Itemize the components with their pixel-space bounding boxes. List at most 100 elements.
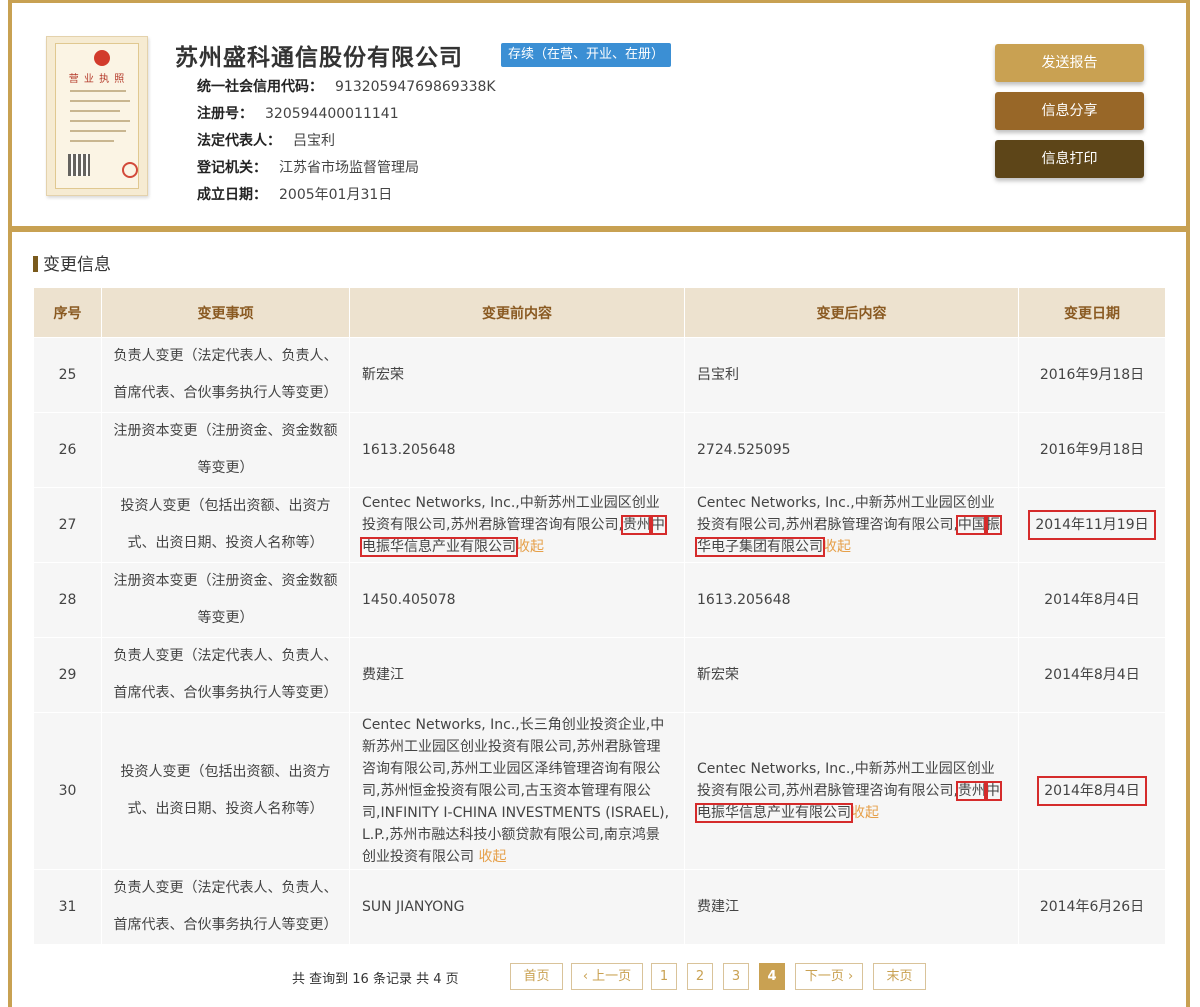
highlighted-text: 中国 [955,515,988,535]
print-button[interactable]: 信息打印 [995,140,1144,178]
license-line [70,140,114,142]
cell-after: 1613.205648 [684,562,1019,638]
cell-date: 2014年8月4日 [1018,562,1166,638]
license-line [70,90,126,92]
cell-item: 注册资本变更（注册资金、资金数额等变更） [101,562,350,638]
cell-before: SUN JIANYONG [349,869,685,945]
cell-before: Centec Networks, Inc.,长三角创业投资企业,中新苏州工业园区… [349,712,685,870]
license-line [70,100,130,102]
table-row: 30 投资人变更（包括出资额、出资方式、出资日期、投资人名称等） Centec … [33,712,1166,870]
pagination: 共 查询到 16 条记录 共 4 页 首页 ‹ 上一页 1 2 3 4 下一页 … [0,963,1200,991]
table-row: 25 负责人变更（法定代表人、负责人、首席代表、合伙事务执行人等变更） 靳宏荣 … [33,337,1166,413]
section-marker [33,256,38,272]
cell-before: 1613.205648 [349,412,685,488]
section-title: 变更信息 [33,255,111,275]
cell-item: 负责人变更（法定代表人、负责人、首席代表、合伙事务执行人等变更） [101,869,350,945]
qr-code-icon [68,154,90,176]
license-border: 营 业 执 照 [55,43,139,189]
share-button[interactable]: 信息分享 [995,92,1144,130]
after-text: Centec Networks, Inc.,中新苏州工业园区创业投资有限公司,苏… [697,495,995,533]
info-value: 320594400011141 [265,106,399,122]
prev-page-button[interactable]: ‹ 上一页 [571,963,643,990]
info-label: 注册号： [197,106,253,122]
cell-item: 投资人变更（包括出资额、出资方式、出资日期、投资人名称等） [101,487,350,563]
header-date: 变更日期 [1018,287,1166,338]
info-value: 江苏省市场监督管理局 [279,160,419,176]
collapse-link[interactable]: 收起 [851,805,879,821]
cell-after: 吕宝利 [684,337,1019,413]
cell-after: 费建江 [684,869,1019,945]
info-reg-number: 注册号： 320594400011141 [197,103,496,130]
change-table: 序号 变更事项 变更前内容 变更后内容 变更日期 25 负责人变更（法定代表人、… [33,287,1166,945]
cell-before: 1450.405078 [349,562,685,638]
before-text: Centec Networks, Inc.,中新苏州工业园区创业投资有限公司,苏… [362,495,660,533]
table-row: 28 注册资本变更（注册资金、资金数额等变更） 1450.405078 1613… [33,562,1166,638]
cell-seq: 30 [33,712,102,870]
company-info-list: 统一社会信用代码： 91320594769869338K 注册号： 32059440… [197,76,496,211]
cell-item: 负责人变更（法定代表人、负责人、首席代表、合伙事务执行人等变更） [101,637,350,713]
cell-date: 2016年9月18日 [1018,337,1166,413]
header-after: 变更后内容 [684,287,1019,338]
page-button-2[interactable]: 2 [687,963,713,990]
cell-seq: 25 [33,337,102,413]
cell-date: 2014年8月4日 [1018,712,1166,870]
send-report-button[interactable]: 发送报告 [995,44,1144,82]
highlighted-text: 贵州 [620,515,653,535]
license-title: 营 业 执 照 [68,74,126,85]
cell-after: 2724.525095 [684,412,1019,488]
info-value: 91320594769869338K [335,79,496,95]
official-seal-icon [122,162,138,178]
collapse-link[interactable]: 收起 [478,849,506,865]
cell-item: 注册资本变更（注册资金、资金数额等变更） [101,412,350,488]
info-value: 吕宝利 [293,133,335,149]
collapse-link[interactable]: 收起 [516,539,544,555]
cell-date: 2016年9月18日 [1018,412,1166,488]
info-label: 登记机关： [197,160,267,176]
cell-seq: 31 [33,869,102,945]
cell-seq: 27 [33,487,102,563]
page-button-1[interactable]: 1 [651,963,677,990]
cell-after: Centec Networks, Inc.,中新苏州工业园区创业投资有限公司,苏… [684,487,1019,563]
cell-date: 2014年8月4日 [1018,637,1166,713]
business-license-image: 营 业 执 照 [46,36,148,196]
cell-seq: 29 [33,637,102,713]
table-row: 26 注册资本变更（注册资金、资金数额等变更） 1613.205648 2724… [33,412,1166,488]
info-label: 统一社会信用代码： [197,79,323,95]
cell-item: 投资人变更（包括出资额、出资方式、出资日期、投资人名称等） [101,712,350,870]
cell-date: 2014年11月19日 [1018,487,1166,563]
next-page-button[interactable]: 下一页 › [795,963,863,990]
national-emblem-icon [94,50,110,66]
cell-item: 负责人变更（法定代表人、负责人、首席代表、合伙事务执行人等变更） [101,337,350,413]
header-before: 变更前内容 [349,287,685,338]
table-row: 27 投资人变更（包括出资额、出资方式、出资日期、投资人名称等） Centec … [33,487,1166,563]
collapse-link[interactable]: 收起 [823,539,851,555]
page-button-3[interactable]: 3 [723,963,749,990]
pagination-summary: 共 查询到 16 条记录 共 4 页 [292,972,459,987]
last-page-button[interactable]: 末页 [873,963,926,990]
status-badge: 存续（在营、开业、在册） [501,43,672,67]
license-line [70,130,126,132]
page-button-4[interactable]: 4 [759,963,785,990]
cell-seq: 28 [33,562,102,638]
before-text: Centec Networks, Inc.,长三角创业投资企业,中新苏州工业园区… [362,717,670,865]
info-founded: 成立日期： 2005年01月31日 [197,184,496,211]
cell-seq: 26 [33,412,102,488]
table-row: 29 负责人变更（法定代表人、负责人、首席代表、合伙事务执行人等变更） 费建江 … [33,637,1166,713]
cell-after: 靳宏荣 [684,637,1019,713]
info-authority: 登记机关： 江苏省市场监督管理局 [197,157,496,184]
table-header-row: 序号 变更事项 变更前内容 变更后内容 变更日期 [33,287,1166,338]
cell-before: 靳宏荣 [349,337,685,413]
table-row: 31 负责人变更（法定代表人、负责人、首席代表、合伙事务执行人等变更） SUN … [33,869,1166,945]
info-credit-code: 统一社会信用代码： 91320594769869338K [197,76,496,103]
license-line [70,110,120,112]
header-item: 变更事项 [101,287,350,338]
info-label: 成立日期： [197,187,267,203]
cell-before: 费建江 [349,637,685,713]
after-text: Centec Networks, Inc.,中新苏州工业园区创业投资有限公司,苏… [697,761,995,799]
highlighted-date: 2014年11月19日 [1028,510,1156,540]
company-name: 苏州盛科通信股份有限公司 [175,45,463,71]
first-page-button[interactable]: 首页 [510,963,563,990]
highlighted-date: 2014年8月4日 [1037,776,1147,806]
header-seq: 序号 [33,287,102,338]
info-value: 2005年01月31日 [279,187,393,203]
